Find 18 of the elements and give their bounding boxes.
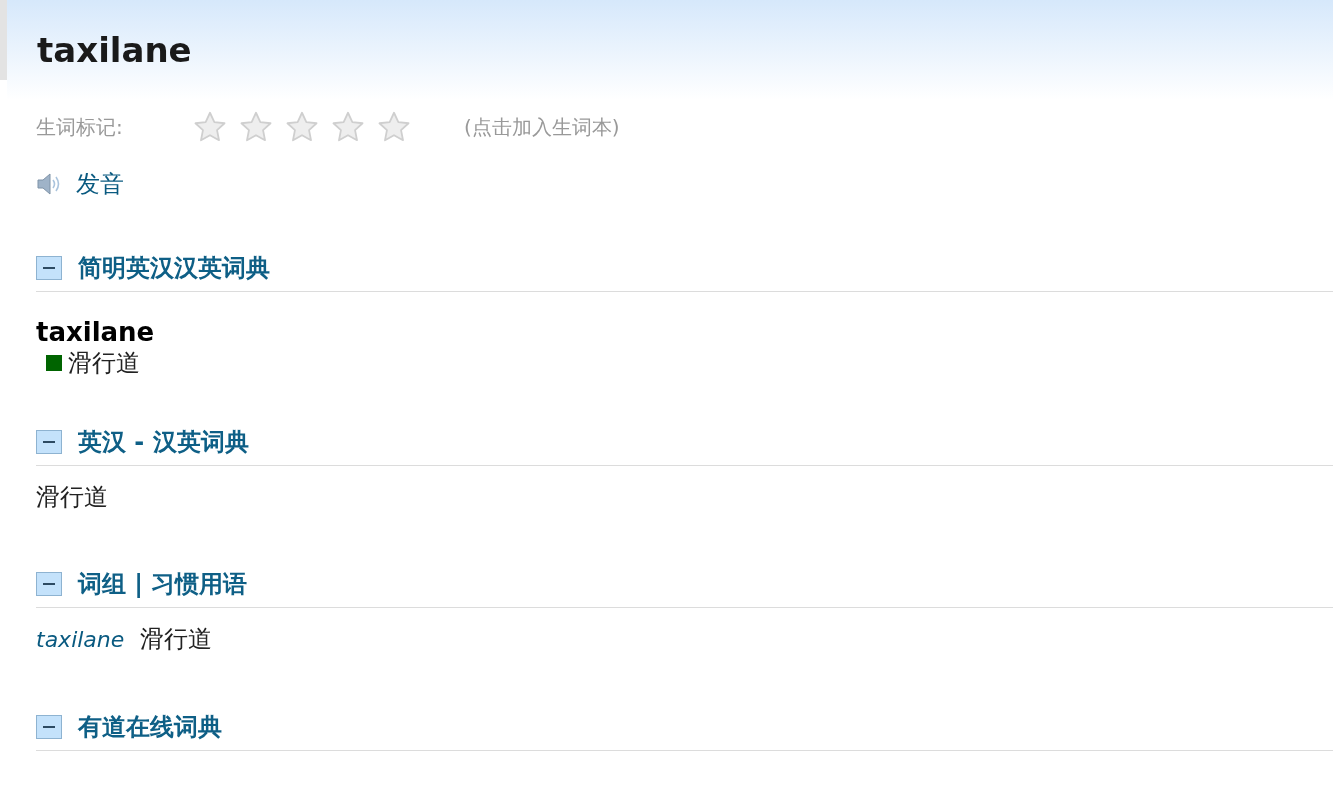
definition-text: 滑行道 [68,348,140,378]
phrase-link[interactable]: taxilane [36,625,125,655]
section-title[interactable]: 词组 | 习惯用语 [78,565,248,602]
speaker-icon[interactable] [36,172,62,196]
phrase-meaning: 滑行道 [140,624,213,654]
wordbook-label: 生词标记: [36,114,124,141]
word-title: taxilane [37,29,193,72]
pronounce-link[interactable]: 发音 [76,166,124,202]
section-title[interactable]: 英汉 - 汉英词典 [78,423,249,460]
collapse-button[interactable] [36,571,62,596]
definition-text: 滑行道 [36,483,108,511]
collapse-button[interactable] [36,429,62,454]
bullet-square-icon [46,355,62,371]
section-title[interactable]: 有道在线词典 [78,708,222,745]
section-title[interactable]: 简明英汉汉英词典 [78,249,270,286]
headword: taxilane [36,316,156,348]
collapse-button[interactable] [36,714,62,739]
collapse-button[interactable] [36,255,62,280]
